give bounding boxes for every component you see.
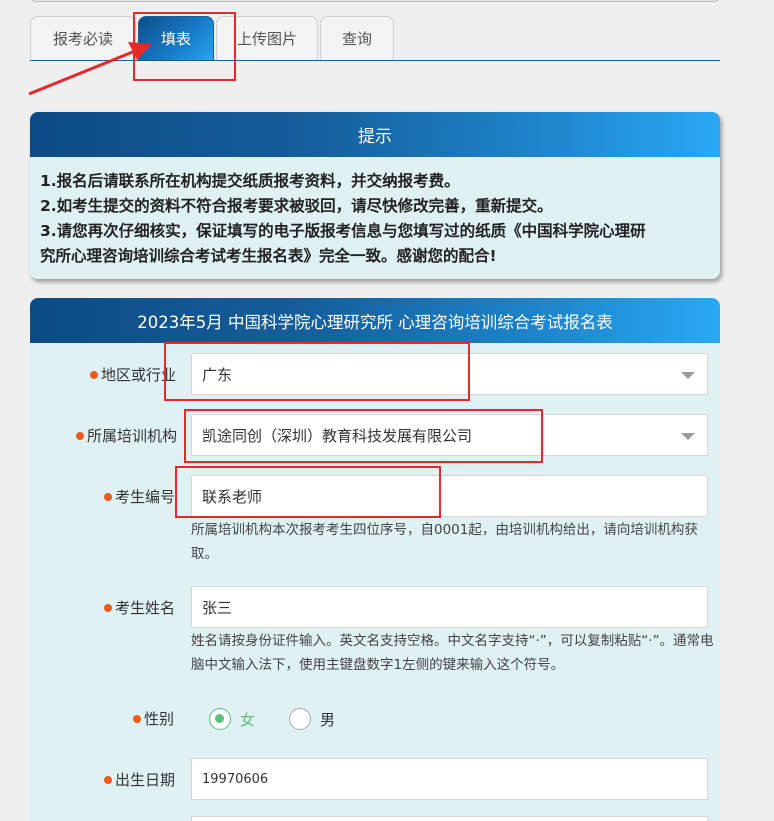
name-input[interactable]: 张三: [191, 586, 708, 628]
name-hint: 姓名请按身份证件输入。英文名支持空格。中文名字支持“·”，可以复制粘贴“·”。通…: [191, 633, 714, 673]
next-field-input[interactable]: [191, 816, 708, 821]
required-dot-icon: [90, 370, 98, 379]
birth-date-input[interactable]: 19970606: [191, 758, 708, 800]
red-arrow-icon: [28, 42, 152, 96]
gender-label: 性别: [133, 708, 174, 729]
highlight-box-institution: [184, 409, 543, 463]
radio-checked-icon[interactable]: [209, 708, 231, 730]
notice-body: 1.报名后请联系所在机构提交纸质报考资料，并交纳报考费。 2.如考生提交的资料不…: [30, 157, 720, 269]
exam-number-hint: 所属培训机构本次报考考生四位序号，自0001起，由培训机构给出，请向培训机构获取…: [191, 522, 698, 562]
exam-number-label: 考生编号: [104, 486, 175, 507]
notice-line: 3.请您再次仔细核实，保证填写的电子版报考信息与您填写过的纸质《中国科学院心理研: [40, 222, 646, 240]
highlight-box-region: [164, 342, 470, 401]
notice-line: 1.报名后请联系所在机构提交纸质报考资料，并交纳报考费。: [40, 172, 460, 190]
required-dot-icon: [104, 775, 112, 784]
chevron-down-icon: [681, 433, 695, 440]
chevron-down-icon: [681, 372, 695, 379]
notice-line: 2.如考生提交的资料不符合报考要求被驳回，请尽快修改完善，重新提交。: [40, 197, 553, 215]
notice-line: 究所心理咨询培训综合考试考生报名表》完全一致。感谢您的配合!: [40, 247, 497, 265]
radio-unchecked-icon[interactable]: [289, 708, 311, 730]
name-label: 考生姓名: [104, 597, 175, 618]
required-dot-icon: [133, 714, 141, 723]
gender-option-female[interactable]: 女: [209, 708, 255, 730]
form-title: 2023年5月 中国科学院心理研究所 心理咨询培训综合考试报名表: [30, 298, 720, 343]
notice-title: 提示: [30, 112, 720, 157]
notice-panel: 提示 1.报名后请联系所在机构提交纸质报考资料，并交纳报考费。 2.如考生提交的…: [30, 112, 720, 279]
required-dot-icon: [76, 431, 84, 440]
institution-label: 所属培训机构: [76, 425, 177, 446]
birth-date-label: 出生日期: [104, 769, 175, 790]
required-dot-icon: [104, 492, 112, 501]
highlight-box-exam-number: [175, 466, 441, 518]
tab-query[interactable]: 查询: [320, 16, 394, 60]
gender-option-male[interactable]: 男: [289, 708, 335, 730]
required-dot-icon: [104, 603, 112, 612]
